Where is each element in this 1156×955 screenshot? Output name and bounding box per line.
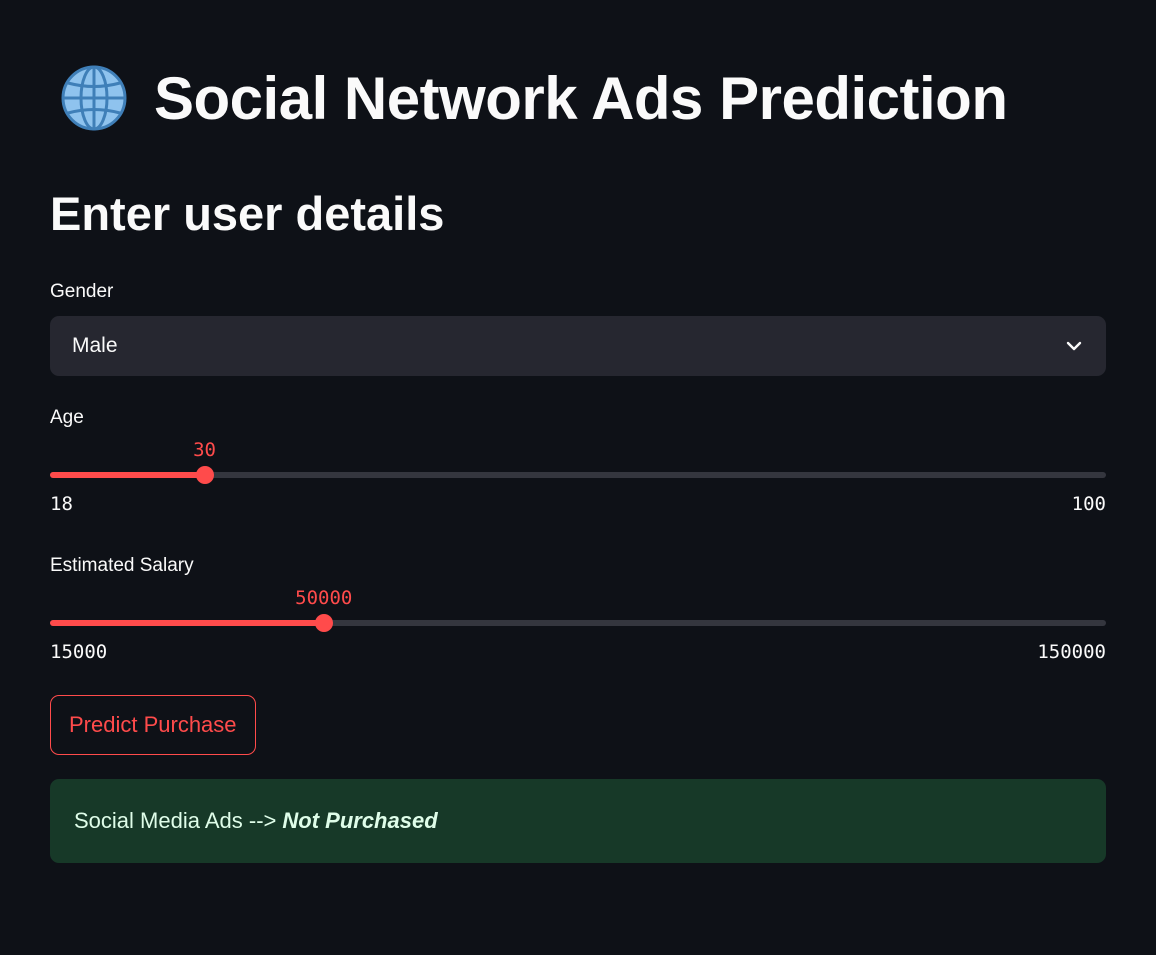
gender-select[interactable]: Male [50, 316, 1106, 376]
title-row: Social Network Ads Prediction [60, 62, 1008, 134]
page-title: Social Network Ads Prediction [154, 64, 1008, 132]
chevron-down-icon [1064, 336, 1084, 356]
result-value: Not Purchased [282, 808, 438, 833]
predict-purchase-button[interactable]: Predict Purchase [50, 695, 256, 755]
age-slider-min: 18 [50, 493, 73, 515]
age-slider[interactable]: 30 18 100 [50, 439, 1106, 517]
age-slider-value: 30 [193, 439, 216, 461]
salary-slider[interactable]: 50000 15000 150000 [50, 587, 1106, 665]
age-label: Age [50, 407, 84, 428]
salary-slider-thumb[interactable] [314, 614, 333, 632]
result-prefix: Social Media Ads --> [74, 808, 277, 833]
salary-slider-value: 50000 [295, 587, 353, 609]
salary-slider-min: 15000 [50, 641, 108, 663]
gender-label: Gender [50, 281, 114, 302]
salary-slider-fill [50, 620, 324, 626]
salary-label: Estimated Salary [50, 555, 194, 576]
age-slider-fill [50, 472, 205, 478]
salary-slider-max: 150000 [1037, 641, 1106, 663]
age-slider-max: 100 [1071, 493, 1106, 515]
result-alert: Social Media Ads --> Not Purchased [50, 779, 1106, 863]
globe-icon [60, 64, 128, 132]
age-slider-thumb[interactable] [195, 466, 214, 484]
app-main: Social Network Ads Prediction Enter user… [0, 0, 1156, 955]
gender-select-value: Male [72, 334, 118, 357]
section-heading: Enter user details [50, 187, 445, 240]
